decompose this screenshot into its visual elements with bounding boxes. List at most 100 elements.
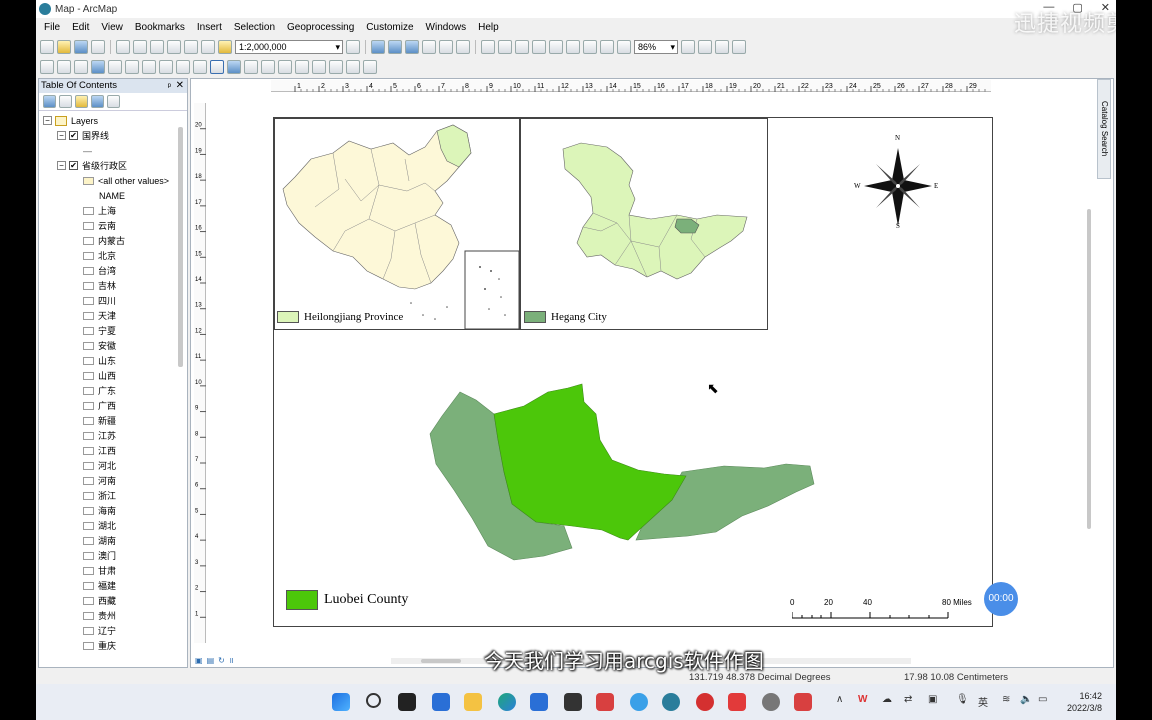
catalog-window-icon[interactable] — [388, 40, 402, 54]
toggle-draft-icon[interactable] — [681, 40, 695, 54]
zoom-out-fixed-icon[interactable] — [498, 40, 512, 54]
search-icon[interactable] — [366, 693, 381, 708]
toc-window-icon[interactable] — [371, 40, 385, 54]
previous-extent-icon[interactable] — [600, 40, 614, 54]
province-legend-row[interactable]: 宁夏 — [39, 323, 187, 338]
collapse-icon[interactable]: − — [57, 131, 66, 140]
layout-zoom-combo[interactable]: 86% — [634, 40, 678, 54]
save-icon[interactable] — [74, 40, 88, 54]
province-legend-row[interactable]: 台湾 — [39, 263, 187, 278]
province-legend-row[interactable]: 河北 — [39, 458, 187, 473]
forward-arrow-icon[interactable] — [159, 60, 173, 74]
widgets-icon[interactable] — [432, 693, 450, 711]
delete-icon[interactable] — [167, 40, 181, 54]
province-legend-row[interactable]: 河南 — [39, 473, 187, 488]
menu-edit[interactable]: Edit — [72, 22, 89, 33]
viewer-window-icon[interactable] — [363, 60, 377, 74]
vertical-scrollbar[interactable] — [1085, 99, 1093, 659]
menu-bookmarks[interactable]: Bookmarks — [135, 22, 185, 33]
zoom-whole-page-icon[interactable] — [566, 40, 580, 54]
province-legend-row[interactable]: 广东 — [39, 383, 187, 398]
pan-hand-icon[interactable] — [74, 60, 88, 74]
zoom-out-icon[interactable] — [57, 60, 71, 74]
input-language[interactable]: 英 — [978, 694, 988, 709]
toc-scrollbar[interactable] — [177, 121, 185, 661]
north-arrow[interactable]: N S W E — [854, 134, 938, 230]
province-legend-row[interactable]: 四川 — [39, 293, 187, 308]
province-legend-row[interactable]: 福建 — [39, 578, 187, 593]
layout-page[interactable]: Heilongjiang Province Hegang City N S W … — [273, 117, 993, 627]
province-legend-row[interactable]: 辽宁 — [39, 623, 187, 638]
line-symbol-row[interactable]: — — [39, 143, 187, 158]
province-legend-row[interactable]: 云南 — [39, 218, 187, 233]
data-driven-pages-icon[interactable] — [732, 40, 746, 54]
layer-row-provinces[interactable]: − ✔ 省级行政区 — [39, 158, 187, 173]
province-legend-row[interactable]: 甘肃 — [39, 563, 187, 578]
fixed-zoom-in-icon[interactable] — [108, 60, 122, 74]
hyperlink-icon[interactable] — [244, 60, 258, 74]
select-features-icon[interactable] — [176, 60, 190, 74]
print-icon[interactable] — [91, 40, 105, 54]
collapse-icon[interactable]: − — [57, 161, 66, 170]
province-legend-row[interactable]: 西藏 — [39, 593, 187, 608]
zoom-in-icon[interactable] — [40, 60, 54, 74]
find-route-icon[interactable] — [312, 60, 326, 74]
select-elements-arrow-icon[interactable] — [210, 60, 224, 74]
tray-chevron-icon[interactable]: ∧ — [836, 694, 843, 705]
catalog-tab[interactable]: Catalog — [1100, 101, 1109, 129]
province-legend-row[interactable]: 浙江 — [39, 488, 187, 503]
huawei-app2-icon[interactable] — [794, 693, 812, 711]
layout-view-button[interactable]: ▤ — [207, 656, 215, 665]
back-arrow-icon[interactable] — [142, 60, 156, 74]
volume-icon[interactable]: 🔈 — [1020, 694, 1032, 705]
search-tab[interactable]: Search — [1100, 131, 1109, 156]
menu-help[interactable]: Help — [478, 22, 499, 33]
task-view-icon[interactable] — [398, 693, 416, 711]
data-frame-row[interactable]: − Layers — [39, 113, 187, 128]
settings-gear-icon[interactable] — [762, 693, 780, 711]
cloud-tray-icon[interactable]: ☁ — [882, 694, 892, 705]
globe-full-extent-icon[interactable] — [91, 60, 105, 74]
measure-icon[interactable] — [278, 60, 292, 74]
province-legend-row[interactable]: 山东 — [39, 353, 187, 368]
new-document-icon[interactable] — [40, 40, 54, 54]
list-by-selection-icon[interactable] — [91, 95, 104, 108]
menu-view[interactable]: View — [101, 22, 123, 33]
identify-icon[interactable] — [227, 60, 241, 74]
arcmap-taskbar-icon[interactable] — [662, 693, 680, 711]
list-by-visibility-icon[interactable] — [75, 95, 88, 108]
cut-icon[interactable] — [116, 40, 130, 54]
province-legend-row[interactable]: 北京 — [39, 248, 187, 263]
model-builder-icon[interactable] — [456, 40, 470, 54]
layer-visibility-checkbox[interactable]: ✔ — [69, 131, 78, 140]
go-to-xy-icon[interactable] — [329, 60, 343, 74]
wps-tray-icon[interactable]: W — [858, 694, 867, 705]
list-by-drawing-order-icon[interactable] — [43, 95, 56, 108]
menu-selection[interactable]: Selection — [234, 22, 275, 33]
scale-bar[interactable]: 0 20 40 80 Miles — [790, 598, 980, 622]
python-window-icon[interactable] — [439, 40, 453, 54]
toc-options-icon[interactable] — [107, 95, 120, 108]
province-legend-row[interactable]: 山西 — [39, 368, 187, 383]
catalog-search-dock[interactable]: Catalog Search — [1097, 79, 1111, 179]
focus-frame-icon[interactable] — [698, 40, 712, 54]
china-data-frame[interactable]: Heilongjiang Province — [274, 118, 520, 330]
paste-icon[interactable] — [150, 40, 164, 54]
recording-timer[interactable]: 00:00 — [984, 582, 1018, 616]
search-window-icon[interactable] — [405, 40, 419, 54]
store-icon[interactable] — [530, 693, 548, 711]
province-legend-row[interactable]: 安徽 — [39, 338, 187, 353]
open-folder-icon[interactable] — [57, 40, 71, 54]
wps-icon[interactable] — [728, 693, 746, 711]
toc-close-icon[interactable]: ✕ — [176, 79, 184, 93]
redo-icon[interactable] — [201, 40, 215, 54]
menu-customize[interactable]: Customize — [366, 22, 413, 33]
huawei-app-icon[interactable] — [596, 693, 614, 711]
screen-capture-icon[interactable]: ▣ — [928, 694, 937, 705]
zoom-width-icon[interactable] — [583, 40, 597, 54]
pin-icon[interactable]: ᵖ — [168, 79, 171, 93]
fixed-zoom-out-icon[interactable] — [125, 60, 139, 74]
html-popup-icon[interactable] — [261, 60, 275, 74]
arctoolbox-icon[interactable] — [422, 40, 436, 54]
cloud-app-icon[interactable] — [630, 693, 648, 711]
